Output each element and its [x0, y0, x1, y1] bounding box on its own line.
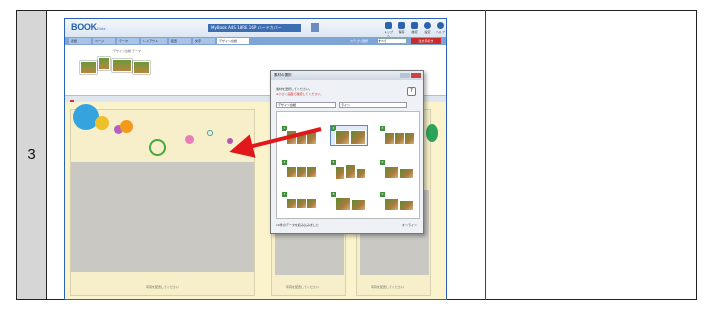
- column-divider: [485, 10, 486, 300]
- drag-arrow-icon: [229, 127, 322, 158]
- app-screenshot: BOOKEditor MyBook A4S 18RE 16P ハードカバー トッ…: [64, 18, 447, 300]
- step-number: 3: [27, 146, 36, 163]
